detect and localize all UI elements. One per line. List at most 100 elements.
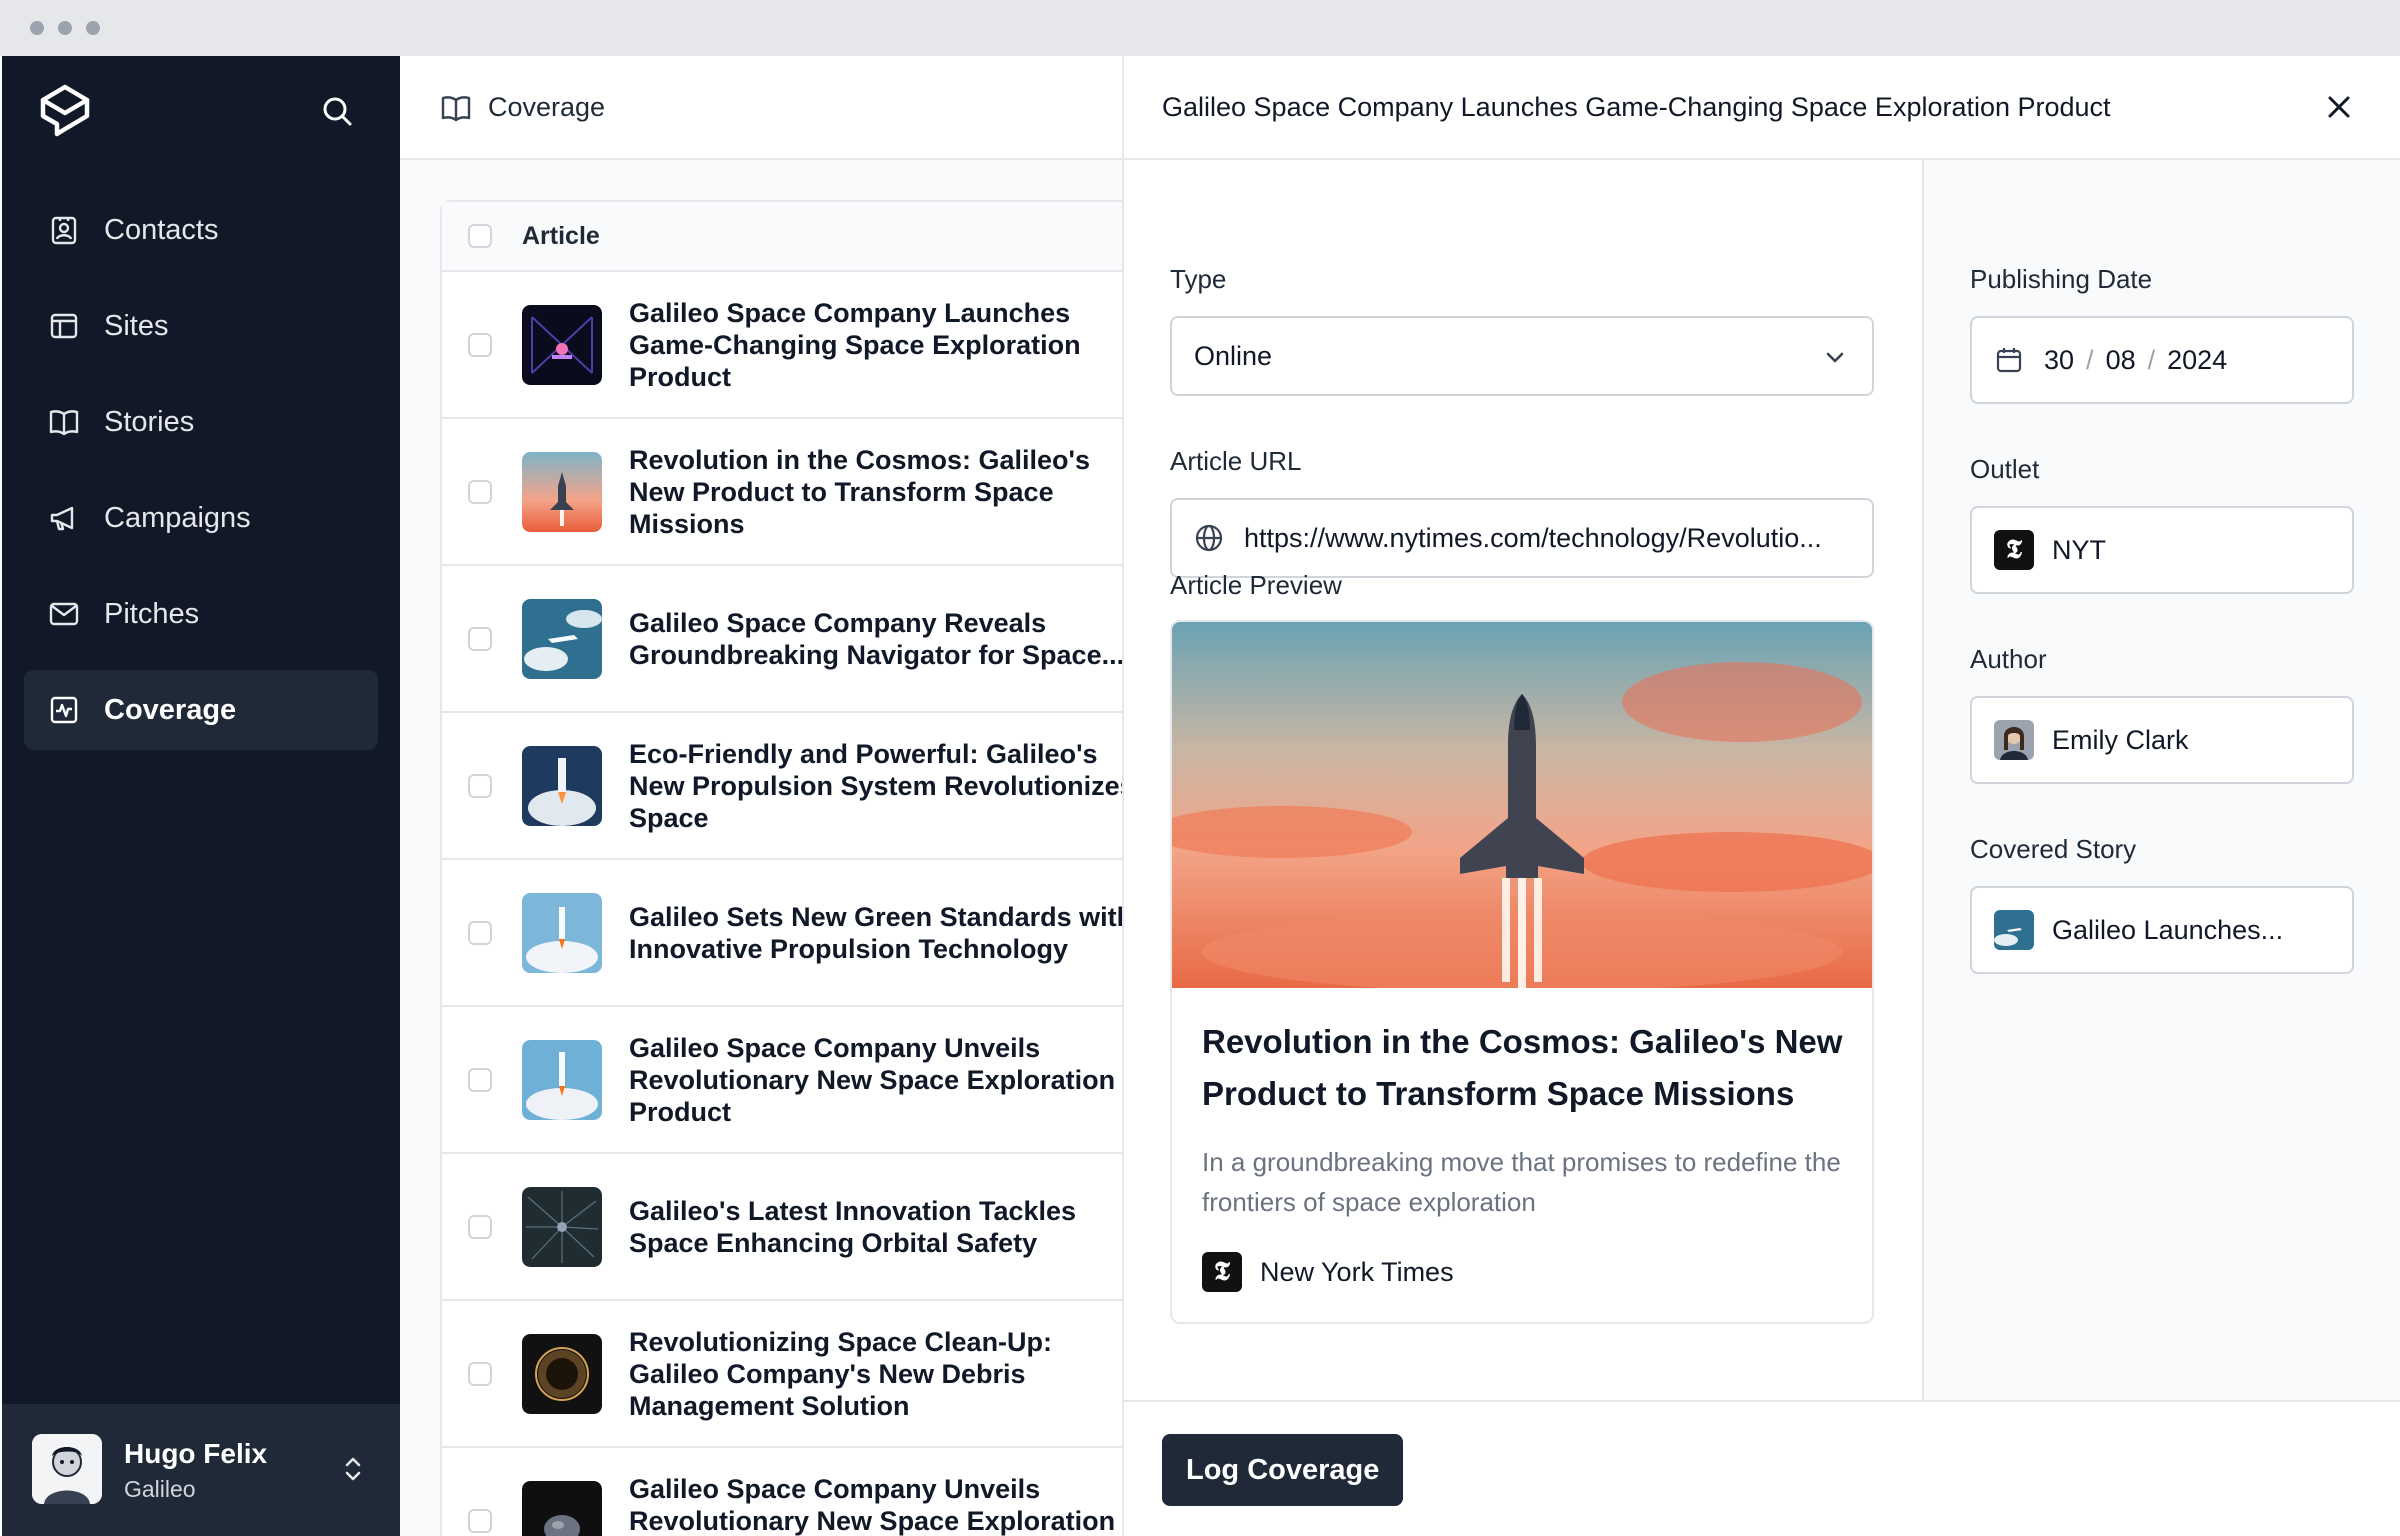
article-thumbnail [522, 451, 602, 532]
calendar-icon [1994, 345, 2024, 375]
table-row[interactable]: Galileo Space Company Unveils Revolution… [442, 1448, 1122, 1536]
user-org: Galileo [124, 1476, 196, 1502]
sidebar: Contacts Sites Stories Campaigns Pitches [2, 56, 400, 1536]
outlet-select[interactable]: 𝕿 NYT [1970, 506, 2354, 594]
date-month[interactable]: 08 [2106, 345, 2136, 376]
covered-story-select[interactable]: Galileo Launches... [1970, 886, 2354, 974]
table-row[interactable]: Galileo Space Company Reveals Groundbrea… [442, 566, 1122, 713]
article-title: Galileo Space Company Unveils Revolution… [629, 1032, 1116, 1127]
contacts-icon [48, 214, 80, 246]
table-row[interactable]: Galileo Space Company Unveils Revolution… [442, 1007, 1122, 1154]
sidebar-item-campaigns[interactable]: Campaigns [24, 478, 378, 558]
search-icon[interactable] [320, 94, 354, 128]
outlet-label: Outlet [1970, 454, 2040, 484]
article-thumbnail [522, 598, 602, 679]
row-checkbox[interactable] [468, 920, 492, 945]
row-checkbox[interactable] [468, 1214, 492, 1239]
select-all-checkbox[interactable] [468, 224, 492, 248]
url-label: Article URL [1170, 446, 1302, 476]
user-avatar [32, 1434, 102, 1504]
sidebar-item-contacts[interactable]: Contacts [24, 190, 378, 270]
window-dot[interactable] [30, 21, 44, 35]
panel-footer: Log Coverage [1124, 1400, 2400, 1536]
publishing-date-input[interactable]: 30 / 08 / 2024 [1970, 316, 2354, 404]
sidebar-item-pitches[interactable]: Pitches [24, 574, 378, 654]
row-checkbox[interactable] [468, 1508, 492, 1533]
article-url-value: https://www.nytimes.com/technology/Revol… [1244, 522, 1822, 553]
coverage-table: Article Galileo Space Company Launches G… [440, 200, 1122, 1536]
table-row[interactable]: Revolutionizing Space Clean-Up: Galileo … [442, 1301, 1122, 1448]
row-checkbox[interactable] [468, 1361, 492, 1386]
globe-icon [1194, 523, 1224, 553]
type-select[interactable]: Online [1170, 316, 1874, 396]
author-avatar [1994, 720, 2034, 760]
app-logo-icon[interactable] [38, 82, 92, 138]
row-checkbox[interactable] [468, 479, 492, 504]
sidebar-item-label: Pitches [104, 597, 200, 630]
article-url-input[interactable]: https://www.nytimes.com/technology/Revol… [1170, 498, 1874, 578]
window-dot[interactable] [58, 21, 72, 35]
preview-source-name: New York Times [1260, 1256, 1454, 1287]
story-thumbnail [1994, 910, 2034, 950]
article-title: Eco-Friendly and Powerful: Galileo's New… [629, 738, 1122, 833]
outlet-value: NYT [2052, 534, 2106, 565]
panel-title: Galileo Space Company Launches Game-Chan… [1162, 92, 2111, 122]
stories-icon [48, 406, 80, 438]
table-row[interactable]: Revolution in the Cosmos: Galileo's New … [442, 419, 1122, 566]
article-thumbnail [522, 1039, 602, 1120]
mail-icon [48, 598, 80, 630]
article-title: Galileo Space Company Reveals Groundbrea… [629, 607, 1122, 670]
log-coverage-button[interactable]: Log Coverage [1162, 1434, 1404, 1506]
article-thumbnail [522, 745, 602, 826]
date-day[interactable]: 30 [2044, 345, 2074, 376]
sidebar-nav: Contacts Sites Stories Campaigns Pitches [24, 190, 378, 766]
table-row[interactable]: Galileo Sets New Green Standards with In… [442, 860, 1122, 1007]
user-menu[interactable]: Hugo Felix Galileo [2, 1404, 400, 1536]
chevron-down-icon [1820, 342, 1850, 372]
preview-description: In a groundbreaking move that promises t… [1202, 1147, 1841, 1217]
table-row[interactable]: Eco-Friendly and Powerful: Galileo's New… [442, 713, 1122, 860]
window-titlebar [0, 0, 2400, 56]
table-row[interactable]: Galileo's Latest Innovation Tackles Spac… [442, 1154, 1122, 1301]
sidebar-item-label: Sites [104, 309, 169, 342]
sidebar-item-sites[interactable]: Sites [24, 286, 378, 366]
coverage-list-area: Coverage Article Galileo Space Company L… [400, 56, 1122, 1536]
window-dot[interactable] [86, 21, 100, 35]
article-thumbnail [522, 1480, 602, 1536]
date-separator: / [2086, 344, 2094, 375]
column-header-article: Article [522, 221, 600, 250]
publishing-date-label: Publishing Date [1970, 264, 2153, 294]
sidebar-item-label: Coverage [104, 693, 237, 726]
author-label: Author [1970, 644, 2047, 674]
row-checkbox[interactable] [468, 626, 492, 651]
coverage-detail-panel: Galileo Space Company Launches Game-Chan… [1122, 56, 2400, 1536]
covered-story-label: Covered Story [1970, 834, 2137, 864]
preview-title: Revolution in the Cosmos: Galileo's New … [1202, 1023, 1843, 1112]
sites-icon [48, 310, 80, 342]
table-row[interactable]: Galileo Space Company Launches Game-Chan… [442, 272, 1122, 419]
sidebar-item-coverage[interactable]: Coverage [24, 670, 378, 750]
author-select[interactable]: Emily Clark [1970, 696, 2354, 784]
row-checkbox[interactable] [468, 332, 492, 357]
nyt-logo-icon: 𝕿 [1202, 1252, 1242, 1292]
author-value: Emily Clark [2052, 724, 2189, 755]
chevron-up-down-icon[interactable] [336, 1452, 370, 1486]
preview-label: Article Preview [1170, 570, 1342, 600]
article-title: Galileo Sets New Green Standards with In… [629, 901, 1122, 964]
row-checkbox[interactable] [468, 773, 492, 798]
article-preview-card[interactable]: Revolution in the Cosmos: Galileo's New … [1170, 620, 1874, 1324]
panel-side-column: Publishing Date 30 / 08 / 2024 Outlet 𝕿 … [1922, 160, 2400, 1400]
megaphone-icon [48, 502, 80, 534]
article-thumbnail [522, 1333, 602, 1414]
table-header: Article [442, 202, 1122, 272]
panel-header: Galileo Space Company Launches Game-Chan… [1124, 56, 2400, 160]
row-checkbox[interactable] [468, 1067, 492, 1092]
sidebar-item-label: Campaigns [104, 501, 251, 534]
sidebar-item-stories[interactable]: Stories [24, 382, 378, 462]
article-title: Revolution in the Cosmos: Galileo's New … [629, 444, 1090, 539]
date-year[interactable]: 2024 [2167, 345, 2227, 376]
sidebar-item-label: Contacts [104, 213, 219, 246]
sidebar-item-label: Stories [104, 405, 195, 438]
close-icon[interactable] [2322, 90, 2356, 124]
preview-source: 𝕿 New York Times [1202, 1252, 1454, 1292]
